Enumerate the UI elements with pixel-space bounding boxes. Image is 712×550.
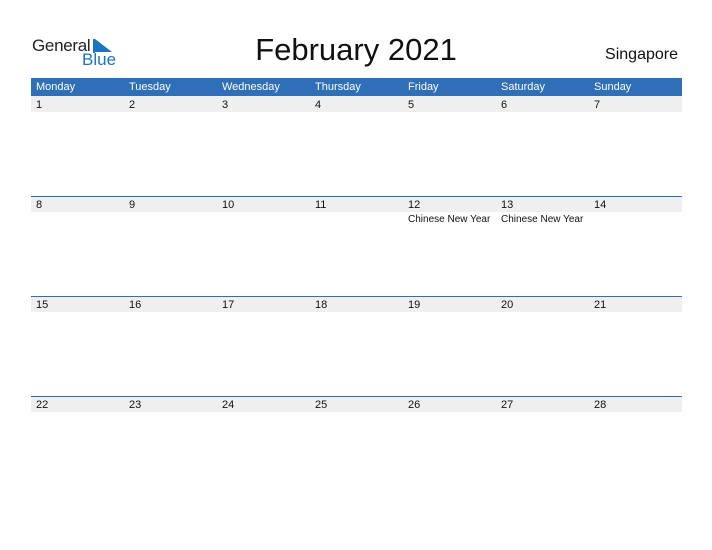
day-cell[interactable]: 8 (31, 196, 124, 296)
day-number: 13 (501, 199, 514, 211)
day-number: 22 (36, 399, 49, 411)
day-number: 15 (36, 299, 49, 311)
day-cell[interactable]: 20 (496, 296, 589, 396)
day-number: 12 (408, 199, 421, 211)
day-cell[interactable]: 24 (217, 396, 310, 496)
week-row: 8 9 10 11 12 Chinese New Year 13 Chinese New Ye… (31, 196, 682, 296)
day-number: 11 (315, 199, 327, 211)
country-label: Singapore (605, 46, 678, 63)
weekday-sunday: Sunday (594, 81, 632, 93)
weekday-header: Monday Tuesday Wednesday Thursday Friday Satu… (31, 78, 682, 96)
day-number: 7 (594, 99, 601, 111)
weekday-tuesday: Tuesday (129, 81, 171, 93)
day-number: 5 (408, 99, 415, 111)
day-number: 21 (594, 299, 607, 311)
day-number: 17 (222, 299, 235, 311)
day-cell[interactable]: 23 (124, 396, 217, 496)
day-cell[interactable]: 7 (589, 96, 682, 196)
day-cell[interactable]: 3 (217, 96, 310, 196)
day-number: 6 (501, 99, 508, 111)
day-cell[interactable]: 1 (31, 96, 124, 196)
day-number: 18 (315, 299, 328, 311)
weekday-monday: Monday (36, 81, 76, 93)
day-cell[interactable]: 2 (124, 96, 217, 196)
day-cell[interactable]: 17 (217, 296, 310, 396)
weekday-friday: Friday (408, 81, 439, 93)
day-cell[interactable]: 26 (403, 396, 496, 496)
day-cell[interactable]: 27 (496, 396, 589, 496)
day-number: 2 (129, 99, 136, 111)
week-row: 15 16 17 18 19 20 21 (31, 296, 682, 396)
week-row: 22 23 24 25 26 27 28 (31, 396, 682, 496)
day-cell[interactable]: 28 (589, 396, 682, 496)
day-cell[interactable]: 15 (31, 296, 124, 396)
day-cell[interactable]: 12 Chinese New Year (403, 196, 496, 296)
day-cell[interactable]: 21 (589, 296, 682, 396)
day-cell[interactable]: 19 (403, 296, 496, 396)
day-number: 28 (594, 399, 607, 411)
day-cell[interactable]: 4 (310, 96, 403, 196)
day-number: 26 (408, 399, 421, 411)
day-number: 23 (129, 399, 142, 411)
holiday-event: Chinese New Year (501, 214, 584, 225)
day-cell[interactable]: 22 (31, 396, 124, 496)
day-number: 9 (129, 199, 136, 211)
day-number: 16 (129, 299, 142, 311)
weekday-thursday: Thursday (315, 81, 361, 93)
holiday-event: Chinese New Year (408, 214, 491, 225)
day-cell[interactable]: 25 (310, 396, 403, 496)
day-cell[interactable]: 6 (496, 96, 589, 196)
day-number: 24 (222, 399, 235, 411)
day-number: 27 (501, 399, 514, 411)
day-number: 19 (408, 299, 421, 311)
day-number: 3 (222, 99, 229, 111)
day-cell[interactable]: 14 (589, 196, 682, 296)
day-cell[interactable]: 13 Chinese New Year (496, 196, 589, 296)
day-cell[interactable]: 9 (124, 196, 217, 296)
day-number: 20 (501, 299, 514, 311)
day-number: 1 (36, 99, 43, 111)
day-number: 14 (594, 199, 607, 211)
weekday-saturday: Saturday (501, 81, 546, 93)
day-number: 10 (222, 199, 235, 211)
week-row: 1 2 3 4 5 6 7 (31, 96, 682, 196)
day-cell[interactable]: 10 (217, 196, 310, 296)
day-cell[interactable]: 18 (310, 296, 403, 396)
day-cell[interactable]: 16 (124, 296, 217, 396)
day-cell[interactable]: 5 (403, 96, 496, 196)
day-number: 25 (315, 399, 328, 411)
day-number: 8 (36, 199, 43, 211)
day-cell[interactable]: 11 (310, 196, 403, 296)
day-number: 4 (315, 99, 322, 111)
weekday-wednesday: Wednesday (222, 81, 280, 93)
